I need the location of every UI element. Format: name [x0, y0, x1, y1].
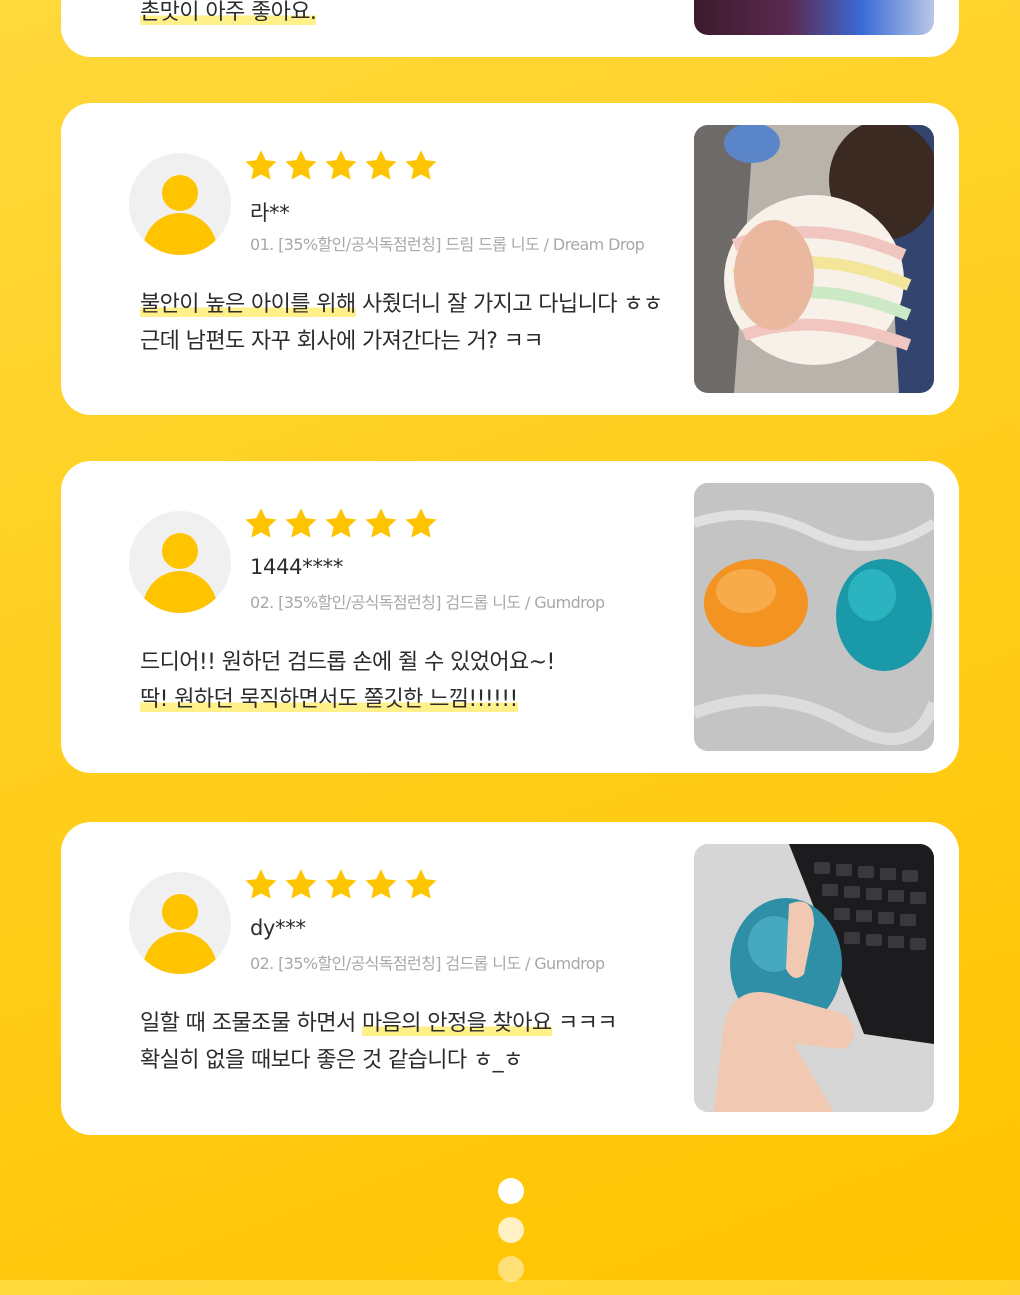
- review-photo[interactable]: [694, 844, 934, 1112]
- review-card: 1444**** 02. [35%할인/공식독점런칭] 검드롭 니도 / Gum…: [61, 461, 959, 773]
- avatar: [129, 511, 231, 613]
- star-icon: [365, 869, 397, 899]
- star-icon: [325, 150, 357, 180]
- review-photo[interactable]: [694, 483, 934, 751]
- review-text: 일할 때 조물조물 하면서 마음의 안정을 찾아요 ㅋㅋㅋ 확실히 없을 때보다…: [140, 1011, 617, 1073]
- page-dot[interactable]: [498, 1256, 524, 1282]
- review-card: dy*** 02. [35%할인/공식독점런칭] 검드롭 니도 / Gumdro…: [61, 822, 959, 1135]
- star-icon: [405, 150, 437, 180]
- review-product: 02. [35%할인/공식독점런칭] 검드롭 니도 / Gumdrop: [250, 593, 605, 612]
- review-text: 불안이 높은 아이를 위해 사줬더니 잘 가지고 다닙니다 ㅎㅎ 근데 남편도 …: [140, 292, 663, 354]
- star-icon: [245, 508, 277, 538]
- review-photo[interactable]: [694, 125, 934, 393]
- star-icon: [245, 150, 277, 180]
- star-icon: [245, 869, 277, 899]
- review-photo[interactable]: [694, 0, 934, 35]
- star-icon: [365, 508, 397, 538]
- star-rating: [243, 506, 439, 546]
- avatar: [129, 872, 231, 974]
- review-username: dy***: [250, 916, 306, 940]
- star-rating: [243, 867, 439, 907]
- star-rating: [243, 148, 439, 188]
- star-icon: [405, 508, 437, 538]
- review-card: 라** 01. [35%할인/공식독점런칭] 드림 드롭 니도 / Dream …: [61, 103, 959, 415]
- star-icon: [365, 150, 397, 180]
- review-text: 드디어!! 원하던 검드롭 손에 쥘 수 있었어요~! 딱! 원하던 묵직하면서…: [140, 650, 555, 712]
- review-username: 1444****: [250, 555, 344, 579]
- avatar: [129, 153, 231, 255]
- review-text: 촌맛이 아주 좋아요.: [140, 0, 317, 25]
- star-icon: [325, 869, 357, 899]
- star-icon: [285, 150, 317, 180]
- star-icon: [285, 869, 317, 899]
- page-dot[interactable]: [498, 1217, 524, 1243]
- review-product: 02. [35%할인/공식독점런칭] 검드롭 니도 / Gumdrop: [250, 954, 605, 973]
- star-icon: [405, 869, 437, 899]
- review-username: 라**: [250, 201, 290, 225]
- star-icon: [325, 508, 357, 538]
- pagination-dots: [498, 1178, 524, 1295]
- page-dot[interactable]: [498, 1178, 524, 1204]
- review-card: 촌맛이 아주 좋아요.: [61, 0, 959, 57]
- review-product: 01. [35%할인/공식독점런칭] 드림 드롭 니도 / Dream Drop: [250, 235, 645, 254]
- star-icon: [285, 508, 317, 538]
